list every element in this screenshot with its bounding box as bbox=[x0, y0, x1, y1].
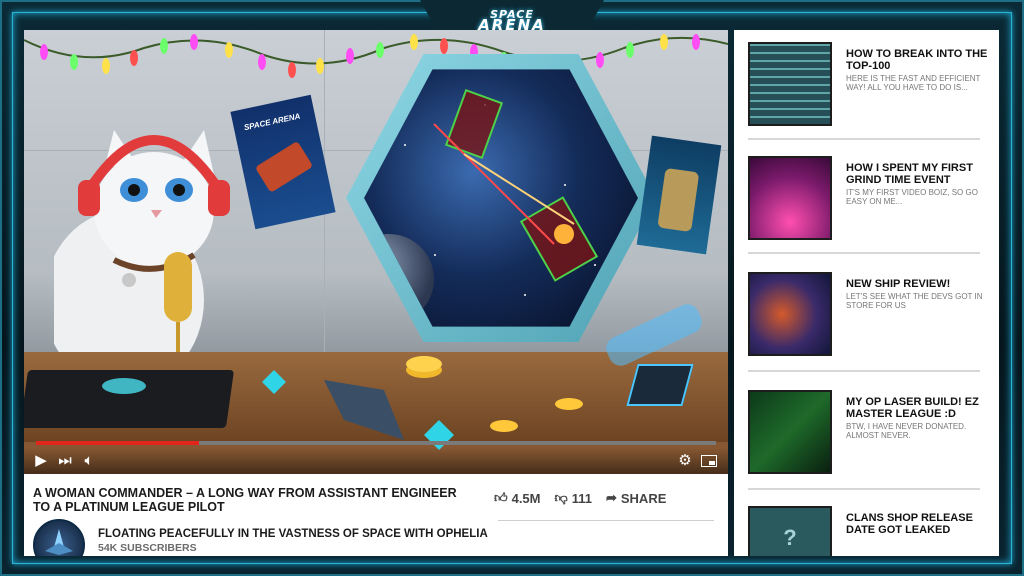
thumbnail-grind-event bbox=[748, 156, 832, 240]
recommendations-sidebar: HOW TO BREAK INTO THE TOP-100 HERE IS TH… bbox=[734, 30, 999, 556]
video-stats: 👍︎ 4.5M 👎︎ 111 ➦ SHARE bbox=[494, 488, 666, 508]
poster bbox=[636, 135, 722, 255]
miniplayer-icon[interactable] bbox=[698, 450, 720, 472]
like-count: 4.5M bbox=[511, 490, 541, 506]
recommended-video-desc: BTW, I HAVE NEVER DONATED. ALMOST NEVER. bbox=[846, 422, 967, 440]
progress-fill bbox=[36, 441, 200, 445]
recommended-video-desc: HERE IS THE FAST AND EFFICIENT WAY! ALL … bbox=[846, 74, 981, 92]
channel-name[interactable]: FLOATING PEACEFULLY IN THE VASTNESS OF S… bbox=[98, 528, 488, 540]
share-icon: ➦ bbox=[605, 490, 617, 505]
divider bbox=[748, 370, 980, 372]
settings-icon[interactable]: ⚙ bbox=[674, 450, 696, 472]
dislike-count: 111 bbox=[571, 490, 592, 506]
recommended-video[interactable]: ? CLANS SHOP RELEASE DATE GOT LEAKED bbox=[748, 506, 986, 556]
recommended-video-title: HOW TO BREAK INTO THE TOP-100 bbox=[846, 48, 988, 72]
play-icon[interactable]: ▶ bbox=[30, 450, 52, 472]
share-button[interactable]: ➦ SHARE bbox=[606, 490, 666, 506]
divider bbox=[748, 488, 980, 490]
recommended-video[interactable]: NEW SHIP REVIEW! LET'S SEE WHAT THE DEVS… bbox=[748, 272, 986, 358]
recommended-video[interactable]: HOW TO BREAK INTO THE TOP-100 HERE IS TH… bbox=[748, 42, 987, 128]
recommended-video-desc: LET'S SEE WHAT THE DEVS GOT IN STORE FOR… bbox=[846, 292, 983, 310]
thumbnail-maze bbox=[748, 42, 832, 126]
poster-ship bbox=[657, 167, 700, 233]
thumbnail-laser-build bbox=[748, 390, 832, 474]
video-title: A WOMAN COMMANDER – A LONG WAY FROM ASSI… bbox=[33, 486, 457, 514]
video-panel: SPACE ARENA ▶ ⏭ 🔈︎ ⚙ A WOMAN COMMANDER –… bbox=[24, 30, 728, 556]
dislike-button[interactable]: 👎︎ 111 bbox=[555, 490, 592, 506]
recommended-video[interactable]: MY OP LASER BUILD! EZ MASTER LEAGUE :D B… bbox=[748, 390, 986, 476]
divider bbox=[748, 138, 980, 140]
progress-bar[interactable] bbox=[36, 441, 716, 445]
thumbs-down-icon: 👎︎ bbox=[554, 490, 568, 505]
subscriber-count: 54K SUBSCRIBERS bbox=[98, 542, 197, 554]
recommended-video-title: HOW I SPENT MY FIRST GRIND TIME EVENT bbox=[846, 162, 973, 186]
thumbnail-new-ship bbox=[748, 272, 832, 356]
ship-icon bbox=[45, 529, 73, 555]
recommended-video-desc: IT'S MY FIRST VIDEO BOIZ, SO GO EASY ON … bbox=[846, 188, 978, 206]
thumbs-up-icon: 👍︎ bbox=[494, 490, 508, 505]
poster-ship bbox=[254, 140, 314, 193]
divider bbox=[748, 252, 980, 254]
recommended-video-title: NEW SHIP REVIEW! bbox=[846, 278, 951, 290]
space-arena-logo: SPACE ARENA bbox=[478, 8, 546, 34]
hologram-ship bbox=[602, 300, 714, 420]
next-icon[interactable]: ⏭ bbox=[54, 450, 76, 472]
recommended-video-title: MY OP LASER BUILD! EZ MASTER LEAGUE :D bbox=[846, 396, 979, 420]
string-lights bbox=[24, 34, 728, 78]
video-player[interactable]: SPACE ARENA ▶ ⏭ 🔈︎ ⚙ bbox=[24, 30, 728, 474]
player-controls: ▶ ⏭ 🔈︎ ⚙ bbox=[24, 448, 728, 474]
recommended-video-title: CLANS SHOP RELEASE DATE GOT LEAKED bbox=[846, 512, 973, 536]
like-button[interactable]: 👍︎ 4.5M bbox=[494, 490, 541, 506]
channel-avatar[interactable] bbox=[33, 519, 85, 556]
volume-icon[interactable]: 🔈︎ bbox=[78, 450, 100, 472]
recommended-video[interactable]: HOW I SPENT MY FIRST GRIND TIME EVENT IT… bbox=[748, 156, 986, 242]
divider bbox=[498, 520, 714, 521]
question-mark-icon: ? bbox=[748, 506, 832, 556]
share-label: SHARE bbox=[620, 490, 667, 506]
